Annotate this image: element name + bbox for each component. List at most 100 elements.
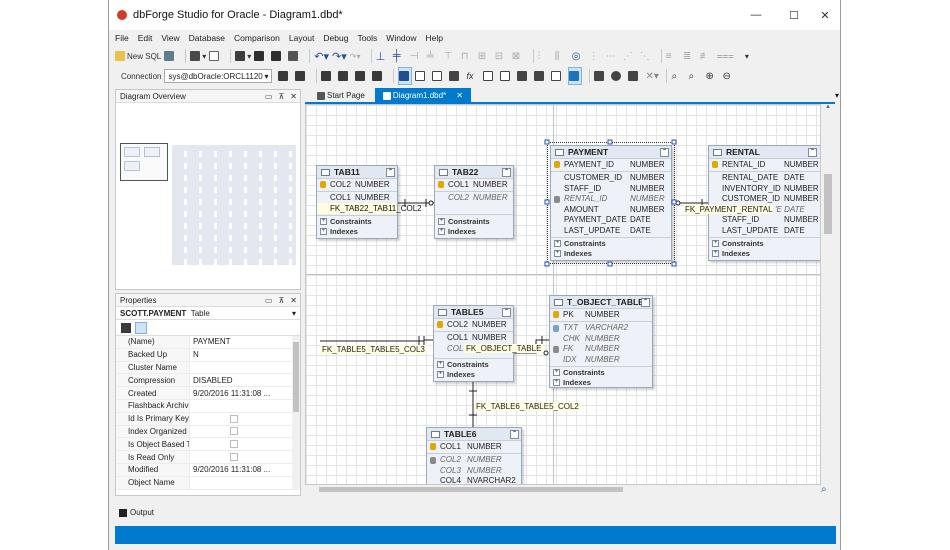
constraints-section[interactable]: + Constraints (550, 368, 652, 378)
property-checkbox[interactable] (230, 414, 238, 423)
output-tab[interactable]: Output (119, 508, 154, 517)
property-value[interactable]: N (190, 349, 300, 361)
property-row[interactable]: Flashback Archive Na (116, 399, 300, 413)
scroll-up-arrow[interactable]: ▲ (821, 104, 835, 110)
panel-menu-icon[interactable]: ▭ (265, 296, 273, 305)
v-equal-increase-button[interactable]: ≣ (683, 47, 697, 65)
expand-icon[interactable]: + (437, 371, 444, 378)
image-tool-button[interactable] (551, 67, 565, 85)
menu-window[interactable]: Window (386, 33, 416, 43)
entity-column[interactable]: CHK NUMBER (550, 333, 652, 344)
v-spacing-button[interactable]: ⋮ (589, 47, 603, 65)
db-connect-button[interactable] (338, 67, 352, 85)
property-value[interactable] (190, 400, 300, 412)
indexes-section[interactable]: + Indexes (709, 249, 820, 259)
expand-icon[interactable]: + (438, 227, 445, 235)
expand-icon[interactable]: + (320, 218, 327, 225)
entity-column[interactable]: TXT VARCHAR2 (550, 323, 652, 334)
entity-column[interactable]: FK_TAB22_TAB11_COL2 (317, 203, 422, 214)
entity-column[interactable]: CUSTOMER_ID NUMBER (709, 194, 820, 205)
h-spacing-increase-button[interactable]: ⫼ (555, 47, 569, 65)
property-value[interactable] (190, 477, 300, 489)
entity-column[interactable]: IDX NUMBER (550, 354, 652, 365)
properties-scrollbar[interactable] (292, 336, 300, 490)
expand-icon[interactable]: + (553, 379, 560, 386)
toolbar-overflow-button[interactable]: ▾ (745, 47, 759, 65)
property-row[interactable]: Id Is Primary Key (116, 412, 300, 426)
entity-table-tab22[interactable]: TAB22 ⌃ COL1 NUMBER COL2 NUMBER + Constraint… (434, 165, 514, 239)
procedure-tool-button[interactable] (449, 67, 463, 85)
new-sql-button[interactable]: New SQL (115, 47, 161, 65)
alphabetical-view-icon[interactable] (135, 321, 147, 334)
property-value[interactable]: 9/20/2016 11:31:08 ... (190, 387, 300, 399)
v-spacing-decrease-button[interactable]: ⋰ (623, 47, 637, 65)
db-refresh-button[interactable] (278, 67, 292, 85)
constraints-section[interactable]: + Constraints (435, 216, 513, 226)
entity-column[interactable]: COL2 NUMBER (435, 193, 513, 204)
db-export-button[interactable] (355, 67, 369, 85)
sequence-tool-button[interactable] (500, 67, 514, 85)
synonym-tool-button[interactable] (517, 67, 531, 85)
function-tool-button[interactable]: fx (466, 67, 480, 85)
align-right-button[interactable]: ⊣ (410, 47, 424, 65)
undo-button[interactable]: ↶ ▾ (314, 47, 329, 65)
entity-column[interactable]: COL4 NVARCHAR2 (427, 476, 521, 484)
menu-file[interactable]: File (115, 33, 129, 43)
property-row[interactable]: Created 9/20/2016 11:31:08 ... (116, 387, 300, 400)
indexes-section[interactable]: + Indexes (435, 226, 513, 236)
v-equal-remove-button[interactable]: ⩶ (717, 47, 734, 65)
entity-column[interactable]: PK NUMBER (550, 309, 652, 320)
zoom-in-button[interactable]: ⊕ (705, 67, 719, 85)
entity-header[interactable]: TABLE6 ⌃ (427, 428, 521, 441)
sql-tool-button[interactable] (164, 47, 178, 65)
entity-column[interactable]: STAFF_ID NUMBER (709, 215, 820, 226)
indexes-section[interactable]: + Indexes (434, 370, 513, 380)
v-spacing-remove-button[interactable]: ⋱ (640, 47, 654, 65)
expand-icon[interactable]: + (712, 240, 719, 247)
new-object-button[interactable]: ▾ (190, 47, 206, 65)
diagram-canvas[interactable]: TAB11 ⌃ COL2 NUMBER COL1 NUMBER FK_TAB22_TA… (305, 104, 821, 485)
align-center-button[interactable]: ╪ (393, 47, 407, 65)
canvas-horizontal-scrollbar[interactable] (305, 485, 821, 494)
collapse-button[interactable]: ⌃ (641, 298, 650, 307)
constraints-section[interactable]: + Constraints (434, 360, 513, 370)
panel-menu-icon[interactable]: ▭ (265, 92, 273, 101)
menu-view[interactable]: View (161, 33, 179, 43)
close-icon[interactable]: ✕ (290, 296, 297, 305)
tab-diagram[interactable]: Diagram1.dbd* ✕ (374, 88, 471, 103)
align-middle-button[interactable]: ╧ (427, 47, 441, 65)
menu-debug[interactable]: Debug (323, 33, 348, 43)
entity-header[interactable]: TAB11 ⌃ (317, 166, 397, 179)
property-row[interactable]: Is Read Only (116, 451, 300, 464)
connection-select[interactable]: sys@dbOracle:ORCL1120 ▾ (164, 69, 273, 83)
close-button[interactable]: ✕ (808, 0, 840, 30)
expand-icon[interactable]: + (553, 369, 560, 376)
property-row[interactable]: Cluster Name (116, 361, 300, 375)
expand-icon[interactable]: + (712, 250, 719, 257)
h-spacing-button[interactable]: ⫶ (538, 47, 552, 65)
property-value[interactable] (190, 451, 300, 463)
canvas-vertical-scrollbar[interactable]: ▲ (821, 104, 835, 485)
center-button[interactable]: ◎ (572, 47, 586, 65)
entity-header[interactable]: RENTAL ⌃ (709, 146, 820, 159)
properties-scroll-thumb[interactable] (293, 342, 299, 412)
container-tool-button[interactable] (594, 67, 608, 85)
constraints-section[interactable]: + Constraints (317, 217, 397, 227)
property-value[interactable] (190, 362, 300, 374)
property-row[interactable]: Backed Up N (116, 348, 300, 362)
overview-thumbnail[interactable] (116, 103, 300, 289)
same-width-button[interactable]: ⊞ (478, 47, 492, 65)
relation-label-object-table[interactable]: FK_OBJECT_TABLE (464, 344, 544, 353)
zoom-to-fit-button[interactable]: ⌕ (671, 67, 685, 85)
vertical-scroll-thumb[interactable] (824, 174, 832, 234)
entity-column[interactable]: COL1 NUMBER (434, 333, 513, 344)
tab-start-page[interactable]: Start Page (309, 88, 373, 103)
package-tool-button[interactable] (483, 67, 497, 85)
property-value[interactable]: 9/20/2016 11:31:08 ... (190, 464, 300, 476)
property-value[interactable]: PAYMENT (190, 336, 300, 348)
cut-button[interactable] (288, 47, 302, 65)
collapse-button[interactable]: ⌃ (502, 308, 511, 317)
relation-label-table5-self[interactable]: FK_TABLE5_TABLE5_COL3 (320, 345, 427, 354)
pin-icon[interactable]: ⊼ (278, 296, 284, 305)
entity-column[interactable]: COL1 NUMBER (427, 441, 521, 452)
